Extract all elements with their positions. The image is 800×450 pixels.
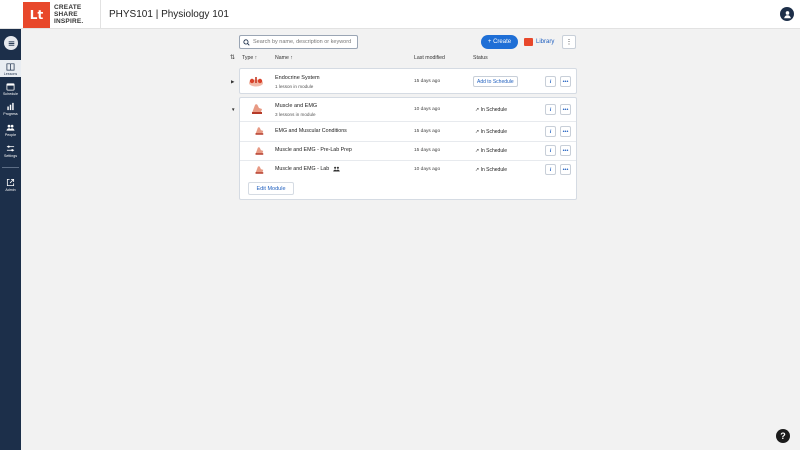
sidebar-item-label: Settings [4, 154, 17, 158]
info-button[interactable]: i [545, 76, 556, 87]
column-header-type[interactable]: Type ↑ [242, 55, 257, 61]
external-link-icon [6, 178, 15, 187]
lesson-thumbnail-icon [255, 127, 264, 135]
logo-tagline: CREATE SHARE INSPIRE. [54, 4, 83, 25]
row-more-button[interactable]: ••• [560, 104, 571, 115]
status-badge[interactable]: ↗ In Schedule [475, 129, 507, 135]
book-icon [6, 63, 15, 71]
sidebar-item-schedule[interactable]: Schedule [0, 82, 21, 96]
library-label: Library [536, 39, 555, 45]
module-name[interactable]: Endocrine System [275, 75, 320, 81]
sidebar-item-label: People [4, 133, 17, 137]
module-row[interactable]: Endocrine System 1 lesson in module 15 d… [239, 68, 577, 94]
library-icon [524, 38, 533, 46]
sidebar-item-label: Progress [3, 112, 18, 116]
sidebar-item-progress[interactable]: Progress [0, 102, 21, 116]
bar-chart-icon [7, 102, 14, 111]
sort-icon[interactable]: ⇅ [230, 54, 235, 61]
row-more-button[interactable]: ••• [560, 164, 571, 175]
top-bar: Lt CREATE SHARE INSPIRE. PHYS101 | Physi… [0, 0, 800, 29]
status-badge[interactable]: ↗ In Schedule [475, 167, 507, 173]
calendar-icon [6, 83, 15, 91]
brand-logo[interactable]: Lt CREATE SHARE INSPIRE. [23, 1, 99, 28]
lesson-name[interactable]: Muscle and EMG - Pre-Lab Prep [275, 147, 352, 153]
sliders-icon [6, 145, 15, 152]
sidebar-item-people[interactable]: People [0, 123, 21, 137]
last-modified: 15 days ago [414, 148, 441, 153]
help-button[interactable]: ? [776, 429, 790, 443]
last-modified: 15 days ago [414, 79, 441, 84]
user-icon [783, 10, 791, 18]
logo-line-1: CREATE [54, 4, 82, 11]
last-modified: 15 days ago [414, 129, 441, 134]
search-input[interactable] [253, 39, 353, 45]
expand-caret[interactable]: ▶ [231, 79, 234, 85]
module-name[interactable]: Muscle and EMG [275, 103, 317, 109]
lesson-thumbnail-icon [255, 166, 264, 174]
collapse-caret[interactable]: ▼ [231, 107, 235, 112]
more-options-button[interactable]: ⋮ [562, 35, 576, 49]
module-subtitle: 1 lesson in module [275, 84, 314, 89]
course-title: PHYS101 | Physiology 101 [109, 9, 229, 20]
last-modified: 10 days ago [414, 167, 441, 172]
lesson-row[interactable]: EMG and Muscular Conditions 15 days ago … [240, 122, 576, 141]
endocrine-thumbnail-icon [249, 77, 263, 87]
logo-line-2: SHARE [54, 11, 78, 18]
logo-mark: Lt [23, 1, 50, 28]
hamburger-icon [8, 40, 14, 46]
sidebar-item-label: Admin [5, 188, 16, 192]
muscle-thumbnail-icon [252, 104, 262, 114]
row-more-button[interactable]: ••• [560, 126, 571, 137]
logo-line-3: INSPIRE. [54, 18, 84, 25]
search-box[interactable] [239, 35, 358, 49]
sidebar-item-lessons[interactable]: Lessons [0, 60, 21, 77]
status-badge[interactable]: ↗ In Schedule [475, 148, 507, 154]
sidebar-item-label: Schedule [3, 92, 18, 96]
people-icon [6, 124, 15, 131]
lesson-row[interactable]: Muscle and EMG - Pre-Lab Prep 15 days ag… [240, 142, 576, 161]
info-button[interactable]: i [545, 104, 556, 115]
menu-button[interactable] [4, 36, 18, 50]
sidebar-item-admin[interactable]: Admin [0, 178, 21, 192]
group-icon [333, 166, 340, 172]
module-subtitle: 3 lessons in module [275, 112, 316, 117]
module-row[interactable]: Muscle and EMG 3 lessons in module 10 da… [239, 97, 577, 200]
lesson-name[interactable]: Muscle and EMG - Lab [275, 166, 329, 172]
sidebar-item-label: Lessons [3, 72, 18, 76]
add-to-schedule-button[interactable]: Add to Schedule [473, 76, 518, 87]
status-badge[interactable]: ↗ In Schedule [475, 107, 507, 113]
create-button[interactable]: + Create [481, 35, 518, 49]
edit-module-button[interactable]: Edit Module [248, 182, 294, 195]
column-header-last-modified: Last modified [414, 55, 445, 61]
row-more-button[interactable]: ••• [560, 145, 571, 156]
user-avatar[interactable] [780, 7, 794, 21]
info-button[interactable]: i [545, 126, 556, 137]
row-more-button[interactable]: ••• [560, 76, 571, 87]
last-modified: 10 days ago [414, 107, 441, 112]
lesson-thumbnail-icon [255, 147, 264, 155]
column-header-status: Status [473, 55, 488, 61]
lesson-row[interactable]: Muscle and EMG - Lab 10 days ago ↗ In Sc… [240, 161, 576, 180]
info-button[interactable]: i [545, 164, 556, 175]
info-button[interactable]: i [545, 145, 556, 156]
column-header-name[interactable]: Name ↑ [275, 55, 293, 61]
lesson-name[interactable]: EMG and Muscular Conditions [275, 128, 347, 134]
sidebar-divider [2, 167, 19, 168]
search-icon [243, 38, 250, 46]
library-button[interactable]: Library [524, 37, 554, 47]
header-divider [100, 0, 101, 29]
table-header: ⇅ Type ↑ Name ↑ Last modified Status [229, 55, 577, 63]
sidebar-item-settings[interactable]: Settings [0, 144, 21, 158]
